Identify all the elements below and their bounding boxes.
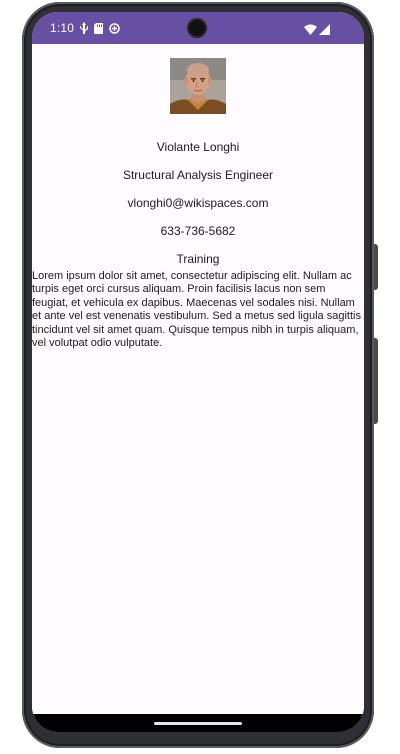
status-icons-left xyxy=(80,21,120,39)
profile-title: Structural Analysis Engineer xyxy=(122,168,274,182)
wifi-icon xyxy=(304,22,317,40)
data-saver-icon xyxy=(109,21,120,39)
usb-icon xyxy=(80,21,88,39)
profile-name: Violante Longhi xyxy=(156,140,240,154)
front-camera xyxy=(187,18,207,38)
power-button xyxy=(374,338,378,424)
home-gesture-handle[interactable] xyxy=(154,722,242,725)
volume-button xyxy=(374,244,378,290)
cell-signal-icon xyxy=(319,22,330,40)
profile-email: vlonghi0@wikispaces.com xyxy=(127,196,269,210)
profile-bio: Lorem ipsum dolor sit amet, consectetur … xyxy=(32,270,361,350)
avatar xyxy=(170,58,226,114)
phone-screen: 1:10 Violante Longhi Structural Analysis… xyxy=(32,12,364,732)
profile-department: Training xyxy=(176,252,220,266)
profile-phone: 633-736-5682 xyxy=(160,224,236,238)
status-bar: 1:10 xyxy=(32,12,364,44)
status-icons-right xyxy=(304,22,330,40)
status-time: 1:10 xyxy=(50,21,75,35)
sd-card-icon xyxy=(94,21,103,39)
navigation-bar xyxy=(32,714,364,732)
profile-content: Violante Longhi Structural Analysis Engi… xyxy=(32,44,364,714)
